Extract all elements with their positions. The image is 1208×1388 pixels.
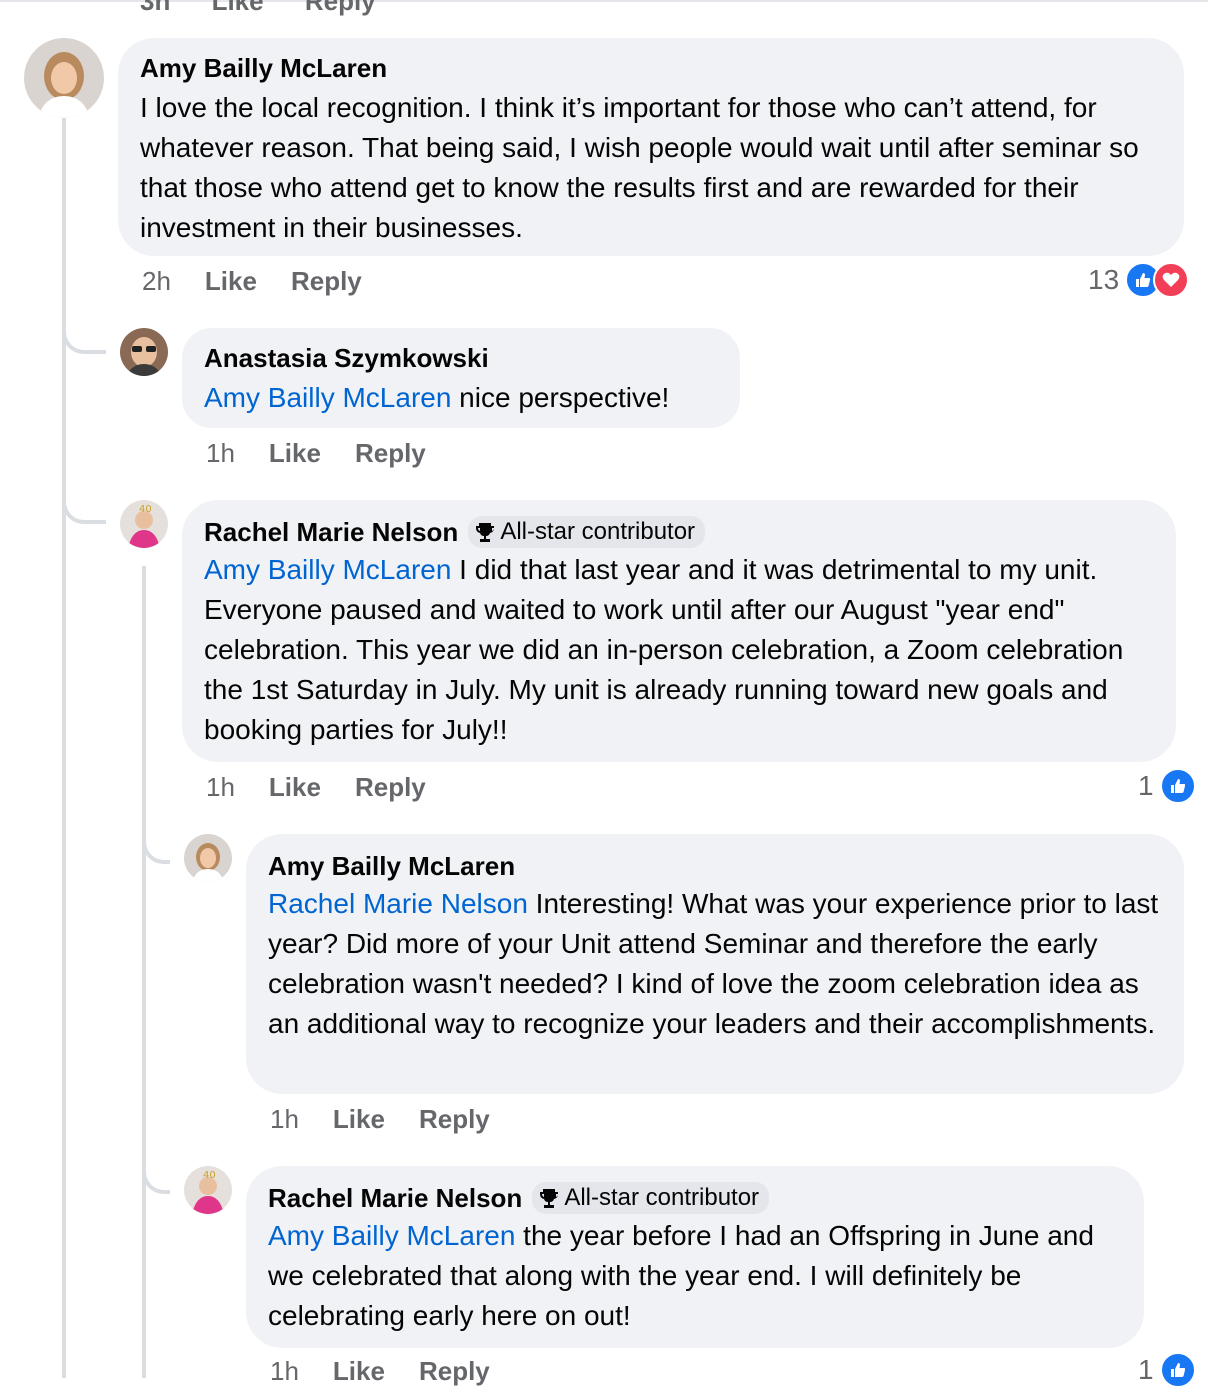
comment-text: Amy Bailly McLaren I did that last year … — [204, 550, 1154, 750]
like-button[interactable]: Like — [269, 772, 321, 803]
svg-text:40: 40 — [203, 1170, 216, 1181]
reaction-count: 13 — [1088, 264, 1120, 295]
badge-label: All-star contributor — [564, 1184, 760, 1211]
avatar-amy[interactable] — [24, 38, 104, 118]
comment-author-row: Rachel Marie Nelson All-star contributor — [268, 1182, 1122, 1214]
mention-link[interactable]: Amy Bailly McLaren — [204, 382, 451, 413]
thread-elbow-reply-2 — [62, 470, 106, 524]
profile-photo-icon — [24, 38, 104, 118]
comment-bubble-2: Anastasia Szymkowski Amy Bailly McLaren … — [182, 328, 740, 428]
comment-text-content: nice perspective! — [451, 382, 670, 413]
svg-text:40: 40 — [139, 504, 152, 515]
profile-photo-icon — [184, 834, 232, 882]
all-star-contributor-badge[interactable]: All-star contributor — [532, 1182, 770, 1214]
profile-photo-icon — [120, 328, 168, 376]
like-icon — [1159, 768, 1196, 804]
thread-elbow-reply-1 — [62, 300, 106, 354]
all-star-contributor-badge[interactable]: All-star contributor — [468, 516, 706, 548]
comment-author-row: Rachel Marie Nelson All-star contributor — [204, 516, 1154, 548]
previous-comment-time: 3h — [140, 0, 171, 16]
comment-author[interactable]: Rachel Marie Nelson — [204, 516, 458, 548]
comment-text: Amy Bailly McLaren nice perspective! — [204, 378, 718, 418]
thread-elbow-reply-4 — [142, 1140, 170, 1194]
comment-time[interactable]: 1h — [206, 438, 235, 469]
reactions-summary-5[interactable]: 1 — [1138, 1352, 1196, 1388]
reactions-summary-1[interactable]: 13 — [1088, 262, 1190, 298]
comment-bubble-3: Rachel Marie Nelson All-star contributor… — [182, 500, 1176, 762]
comment-author[interactable]: Amy Bailly McLaren — [140, 52, 1162, 84]
comment-bubble-1: Amy Bailly McLaren I love the local reco… — [118, 38, 1184, 256]
mention-link[interactable]: Rachel Marie Nelson — [268, 888, 528, 919]
like-button[interactable]: Like — [333, 1104, 385, 1135]
comment-bubble-4: Amy Bailly McLaren Rachel Marie Nelson I… — [246, 834, 1184, 1094]
comment-text: I love the local recognition. I think it… — [140, 92, 1139, 243]
comment-actions-5: 1h Like Reply — [270, 1356, 524, 1387]
profile-photo-icon: 40 — [184, 1166, 232, 1214]
reaction-count: 1 — [1138, 770, 1154, 801]
thread-line-nested — [142, 566, 146, 1378]
comment-author[interactable]: Anastasia Szymkowski — [204, 342, 718, 374]
previous-comment-like[interactable]: Like — [212, 0, 264, 16]
badge-label: All-star contributor — [500, 518, 696, 545]
thread-elbow-reply-3 — [142, 810, 170, 864]
comment-bubble-5: Rachel Marie Nelson All-star contributor… — [246, 1166, 1144, 1348]
reply-button[interactable]: Reply — [355, 438, 426, 469]
like-icon — [1159, 1352, 1196, 1388]
avatar-amy-small[interactable] — [184, 834, 232, 882]
comment-actions-1: 2h Like Reply — [142, 266, 396, 297]
comment-time[interactable]: 1h — [206, 772, 235, 803]
reply-button[interactable]: Reply — [419, 1104, 490, 1135]
comment-time[interactable]: 2h — [142, 266, 171, 297]
like-button[interactable]: Like — [205, 266, 257, 297]
previous-comment-reply[interactable]: Reply — [305, 0, 376, 16]
comment-actions-3: 1h Like Reply — [206, 772, 460, 803]
comment-text: Rachel Marie Nelson Interesting! What wa… — [268, 884, 1162, 1044]
love-icon — [1153, 262, 1190, 298]
previous-comment-actions: 3h Like Reply — [140, 0, 410, 17]
mention-link[interactable]: Amy Bailly McLaren — [204, 554, 451, 585]
mention-link[interactable]: Amy Bailly McLaren — [268, 1220, 515, 1251]
avatar-rachel-small[interactable]: 40 — [184, 1166, 232, 1214]
reply-button[interactable]: Reply — [291, 266, 362, 297]
profile-photo-icon: 40 — [120, 500, 168, 548]
comment-author[interactable]: Amy Bailly McLaren — [268, 850, 1162, 882]
avatar-anastasia[interactable] — [120, 328, 168, 376]
comment-actions-4: 1h Like Reply — [270, 1104, 524, 1135]
comment-actions-2: 1h Like Reply — [206, 438, 460, 469]
comment-time[interactable]: 1h — [270, 1356, 299, 1387]
comment-author[interactable]: Rachel Marie Nelson — [268, 1182, 522, 1214]
reactions-summary-3[interactable]: 1 — [1138, 768, 1196, 804]
reaction-count: 1 — [1138, 1354, 1154, 1385]
reply-button[interactable]: Reply — [355, 772, 426, 803]
like-button[interactable]: Like — [269, 438, 321, 469]
avatar-rachel[interactable]: 40 — [120, 500, 168, 548]
comment-time[interactable]: 1h — [270, 1104, 299, 1135]
reply-button[interactable]: Reply — [419, 1356, 490, 1387]
comment-text: Amy Bailly McLaren the year before I had… — [268, 1216, 1122, 1336]
trophy-icon — [540, 1189, 559, 1208]
like-button[interactable]: Like — [333, 1356, 385, 1387]
trophy-icon — [476, 523, 495, 542]
